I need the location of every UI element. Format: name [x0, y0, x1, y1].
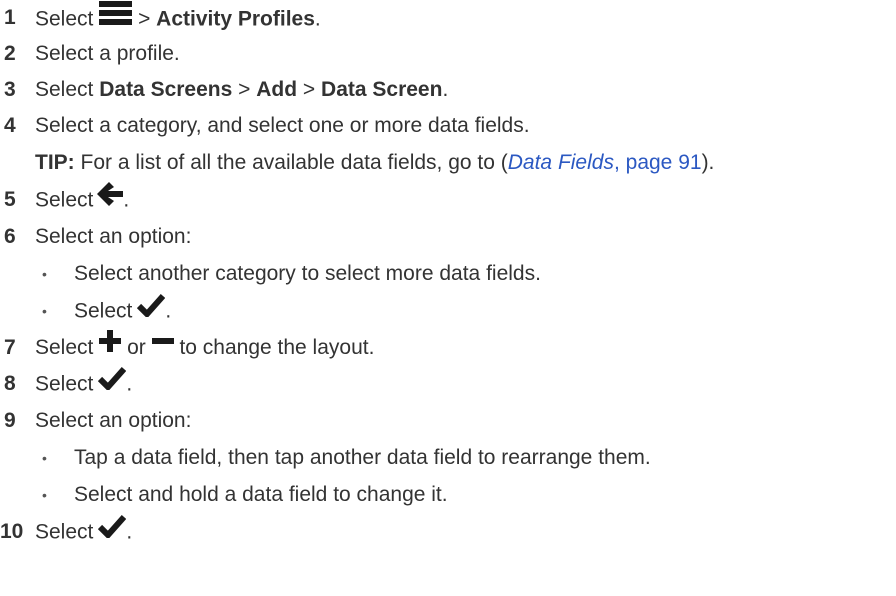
checkmark-icon [137, 293, 166, 327]
step-text: Select an option: [35, 225, 192, 248]
step-text: Select a category, and select one or mor… [35, 114, 530, 137]
step-number: 4 [4, 114, 16, 137]
checkmark-icon [98, 366, 127, 400]
separator: > [138, 7, 151, 31]
step-number: 7 [4, 336, 16, 359]
step-number: 5 [4, 188, 16, 211]
tip-label: TIP: [35, 151, 75, 174]
list-item-text: Select another category to select more d… [74, 262, 541, 285]
bullet: • [42, 303, 47, 319]
back-arrow-icon [97, 182, 124, 216]
bullet: • [42, 487, 47, 503]
step-text: Select a profile. [35, 42, 180, 65]
list-item-text: Tap a data field, then tap another data … [74, 446, 651, 469]
menu-item-add: Add [256, 78, 298, 101]
step-number: 8 [4, 372, 16, 395]
step-number: 10 [0, 520, 24, 543]
instruction-list: 1 Select > Activity Profiles. 2 Select a… [0, 0, 896, 596]
step-number: 3 [4, 78, 16, 101]
step-number: 2 [4, 42, 16, 65]
step-text: Select an option: [35, 409, 192, 432]
menu-item-data-screens: Data Screens [99, 78, 233, 101]
bullet: • [42, 450, 47, 466]
minus-icon [151, 330, 174, 362]
bullet: • [42, 266, 47, 282]
menu-item-data-screen: Data Screen [321, 78, 443, 101]
menu-icon [99, 0, 133, 36]
step-text: Select [35, 7, 94, 31]
list-item-text: Select [74, 299, 133, 323]
plus-icon [99, 330, 122, 362]
menu-item-activity-profiles: Activity Profiles [156, 7, 315, 31]
step-number: 6 [4, 225, 16, 248]
list-item-text: Select and hold a data field to change i… [74, 483, 448, 506]
step-number: 9 [4, 409, 16, 432]
checkmark-icon [98, 514, 127, 548]
step-number: 1 [4, 6, 16, 29]
data-fields-link[interactable]: Data Fields, page 91 [508, 151, 702, 174]
